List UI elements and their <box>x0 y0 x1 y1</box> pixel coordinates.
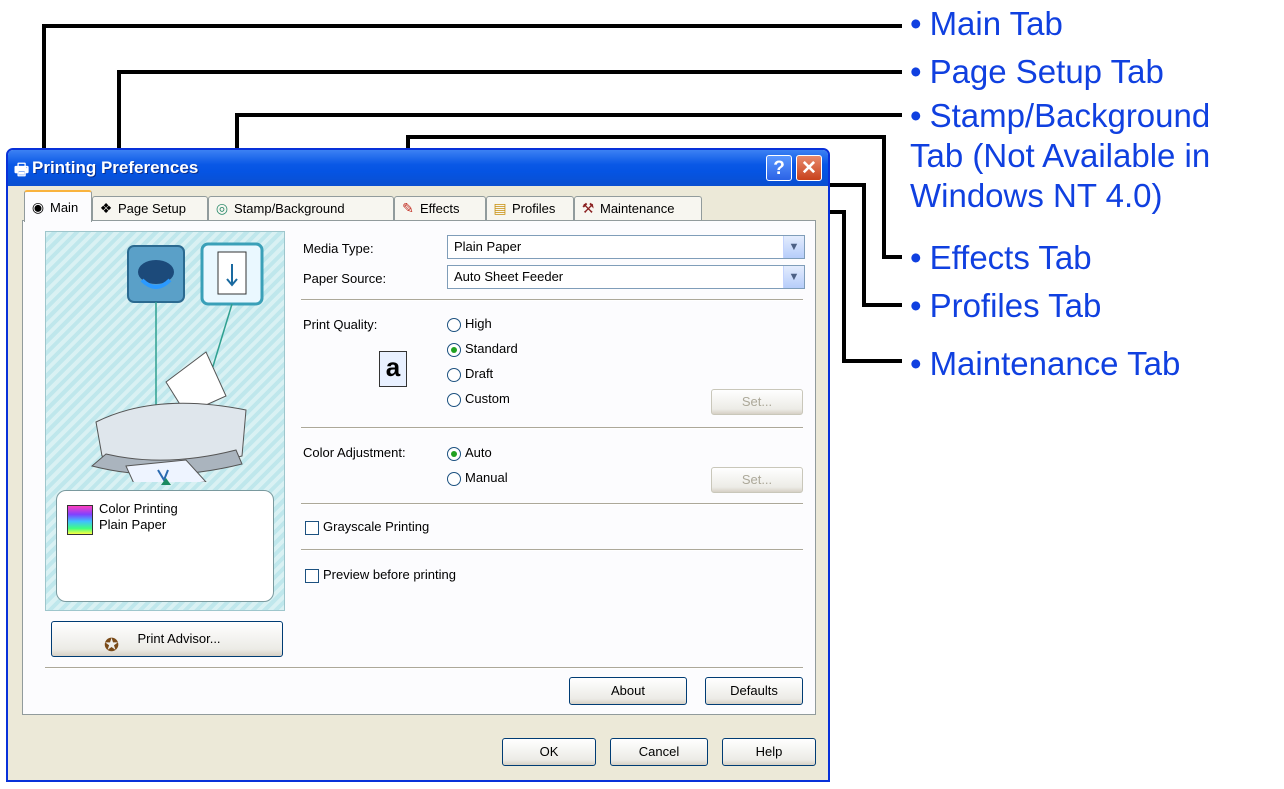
callout-line-effects-v2 <box>882 135 886 259</box>
chevron-down-icon[interactable]: ▼ <box>783 236 804 258</box>
divider <box>301 549 803 551</box>
callout-line-pagesetup-h <box>117 70 902 74</box>
printing-preferences-window: 🖶 Printing Preferences ? ✕ ◉ Main ❖ Page S… <box>6 148 830 782</box>
printer-illustration: Color Printing Plain Paper <box>45 231 285 611</box>
about-button[interactable]: About <box>569 677 687 705</box>
info-paper-type: Plain Paper <box>99 517 167 532</box>
tab-stamp-background[interactable]: ◎ Stamp/Background <box>208 196 394 220</box>
quality-draft-radio[interactable] <box>447 368 461 382</box>
callout-profiles-tab: • Profiles Tab <box>910 287 1102 324</box>
chevron-down-icon[interactable]: ▼ <box>783 266 804 288</box>
tab-maintenance[interactable]: ⚒ Maintenance <box>574 196 702 220</box>
callout-main-tab: • Main Tab <box>910 5 1063 42</box>
color-manual-label[interactable]: Manual <box>465 470 508 485</box>
maintenance-icon: ⚒ <box>581 200 595 216</box>
advisor-icon: ✪ <box>104 635 120 655</box>
media-type-label: Media Type: <box>303 241 374 256</box>
callout-line-profiles-h2 <box>862 303 902 307</box>
callout-page-setup-tab: • Page Setup Tab <box>910 53 1164 90</box>
callout-line-effects-h1 <box>406 135 886 139</box>
stamp-icon: ◎ <box>215 200 229 216</box>
quality-custom-label[interactable]: Custom <box>465 391 510 406</box>
preview-checkbox[interactable] <box>305 569 319 583</box>
quality-high-label[interactable]: High <box>465 316 492 331</box>
callout-effects-tab: • Effects Tab <box>910 239 1092 276</box>
print-quality-label: Print Quality: <box>303 317 378 332</box>
divider <box>301 503 803 505</box>
main-tab-icon: ◉ <box>31 199 45 215</box>
info-color-printing: Color Printing <box>99 501 178 516</box>
print-advisor-button[interactable]: ✪ Print Advisor... <box>51 621 283 657</box>
divider <box>301 299 803 301</box>
close-button[interactable]: ✕ <box>796 155 822 181</box>
tab-effects[interactable]: ✎ Effects <box>394 196 486 220</box>
quality-preview-icon: a <box>379 351 407 387</box>
color-auto-label[interactable]: Auto <box>465 445 492 460</box>
help-button[interactable]: Help <box>722 738 816 766</box>
color-adjustment-label: Color Adjustment: <box>303 445 406 460</box>
preview-label[interactable]: Preview before printing <box>323 567 456 582</box>
tab-profiles[interactable]: ▤ Profiles <box>486 196 574 220</box>
callout-line-stamp-h <box>235 113 902 117</box>
callout-maintenance-tab: • Maintenance Tab <box>910 345 1181 382</box>
callout-line-maintenance-h2 <box>842 359 902 363</box>
color-set-button[interactable]: Set... <box>711 467 803 493</box>
grayscale-label[interactable]: Grayscale Printing <box>323 519 429 534</box>
effects-icon: ✎ <box>402 200 414 216</box>
cancel-button[interactable]: Cancel <box>610 738 708 766</box>
close-icon: ✕ <box>801 158 817 179</box>
quality-custom-radio[interactable] <box>447 393 461 407</box>
grayscale-checkbox[interactable] <box>305 521 319 535</box>
title-bar[interactable]: 🖶 Printing Preferences ? ✕ <box>8 150 828 186</box>
divider <box>45 667 803 669</box>
color-auto-radio[interactable] <box>447 447 461 461</box>
profiles-icon: ▤ <box>493 200 507 216</box>
quality-standard-label[interactable]: Standard <box>465 341 518 356</box>
tab-main[interactable]: ◉ Main <box>24 190 92 222</box>
media-type-select[interactable]: Plain Paper ▼ <box>447 235 805 259</box>
callout-line-main-h <box>42 24 902 28</box>
window-title: Printing Preferences <box>32 158 199 177</box>
quality-high-radio[interactable] <box>447 318 461 332</box>
color-swatch-icon <box>67 505 93 535</box>
media-info-box: Color Printing Plain Paper <box>56 490 274 602</box>
quality-set-button[interactable]: Set... <box>711 389 803 415</box>
quality-draft-label[interactable]: Draft <box>465 366 493 381</box>
defaults-button[interactable]: Defaults <box>705 677 803 705</box>
ok-button[interactable]: OK <box>502 738 596 766</box>
callout-stamp-tab: • Stamp/Background Tab (Not Available in … <box>910 97 1211 214</box>
help-title-button[interactable]: ? <box>766 155 792 181</box>
question-icon: ? <box>773 158 785 179</box>
paper-source-select[interactable]: Auto Sheet Feeder ▼ <box>447 265 805 289</box>
callout-line-maintenance-v <box>842 210 846 363</box>
callout-line-profiles-v2 <box>862 183 866 307</box>
printer-illustration-graphic <box>90 242 264 482</box>
color-manual-radio[interactable] <box>447 472 461 486</box>
quality-standard-radio[interactable] <box>447 343 461 357</box>
triangle-indicator-icon <box>161 478 171 485</box>
divider <box>301 427 803 429</box>
printer-icon: 🖶 <box>14 162 30 179</box>
page-setup-icon: ❖ <box>99 200 113 216</box>
main-tab-panel: Color Printing Plain Paper ✪ Print Advis… <box>22 220 816 715</box>
callout-line-effects-h2 <box>882 255 902 259</box>
paper-source-label: Paper Source: <box>303 271 387 286</box>
tab-page-setup[interactable]: ❖ Page Setup <box>92 196 208 220</box>
